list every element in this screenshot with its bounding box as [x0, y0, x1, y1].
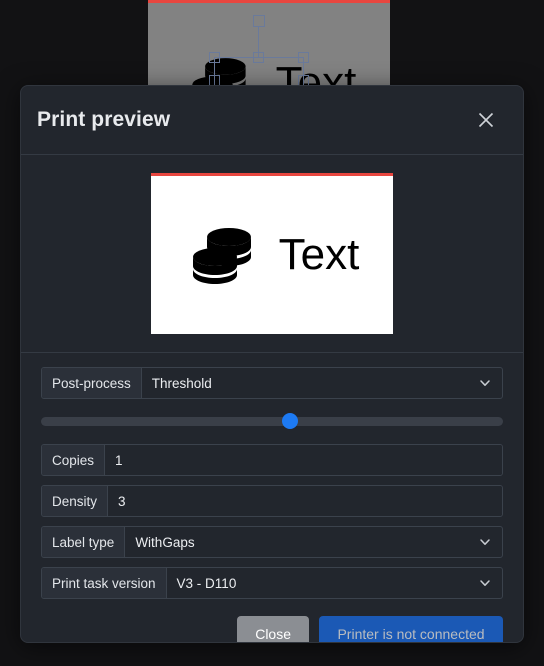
field-post-process-label: Post-process — [42, 368, 142, 398]
preview-text: Text — [278, 230, 360, 279]
label-print-preview: Text — [151, 173, 393, 334]
field-label-type-label: Label type — [42, 527, 126, 557]
coins-stack-icon — [185, 223, 257, 287]
field-print-task-version-label: Print task version — [42, 568, 167, 598]
slider-track[interactable] — [41, 413, 503, 429]
field-post-process[interactable]: Post-process Threshold — [41, 367, 503, 399]
dialog-body: Post-process Threshold Copies 1 Density … — [21, 353, 523, 608]
slider-thumb[interactable] — [282, 413, 299, 429]
chevron-down-icon[interactable] — [468, 568, 502, 598]
close-x-icon[interactable] — [473, 107, 499, 133]
field-copies[interactable]: Copies 1 — [41, 444, 503, 476]
close-button[interactable]: Close — [237, 616, 309, 642]
editor-canvas[interactable]: Text — [148, 0, 390, 92]
field-print-task-version-value[interactable]: V3 - D110 — [166, 568, 468, 598]
canvas-artwork: Text — [148, 3, 390, 92]
preview-section: Text — [21, 155, 523, 353]
dialog-header: Print preview — [21, 86, 523, 155]
field-density-label: Density — [42, 486, 109, 516]
print-button[interactable]: Printer is not connected — [319, 616, 503, 642]
dialog-title: Print preview — [37, 108, 171, 131]
threshold-slider[interactable] — [41, 410, 503, 432]
field-copies-input[interactable]: 1 — [105, 445, 502, 475]
field-density-input[interactable]: 3 — [108, 486, 502, 516]
field-label-type-value[interactable]: WithGaps — [125, 527, 468, 557]
field-density[interactable]: Density 3 — [41, 485, 503, 517]
field-post-process-value[interactable]: Threshold — [141, 368, 468, 398]
field-print-task-version[interactable]: Print task version V3 - D110 — [41, 567, 503, 599]
dialog-footer: Close Printer is not connected — [21, 608, 523, 642]
chevron-down-icon[interactable] — [468, 368, 502, 398]
field-label-type[interactable]: Label type WithGaps — [41, 526, 503, 558]
app-root: Text Print preview Text Post-process Thr… — [0, 0, 544, 666]
field-copies-label: Copies — [42, 445, 106, 475]
print-preview-dialog: Print preview Text Post-process Threshol… — [20, 85, 524, 643]
chevron-down-icon[interactable] — [468, 527, 502, 557]
